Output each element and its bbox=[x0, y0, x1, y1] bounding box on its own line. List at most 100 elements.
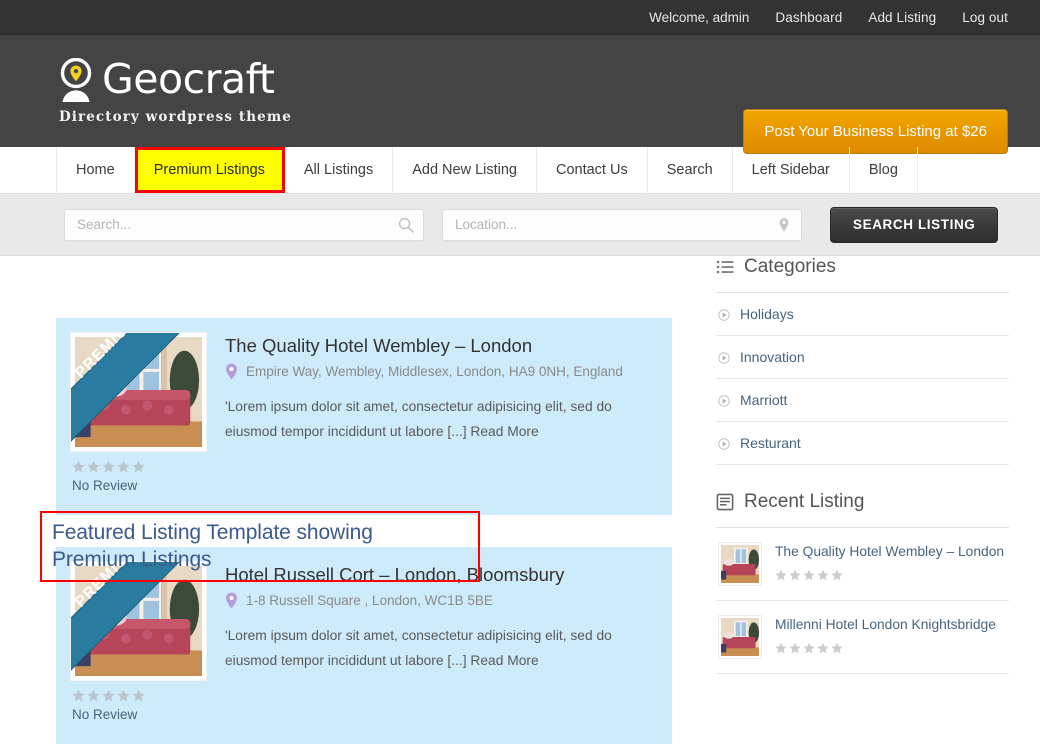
topbar-link-log-out[interactable]: Log out bbox=[962, 10, 1008, 25]
category-label: Marriott bbox=[740, 392, 788, 408]
recent-listing-thumbnail[interactable] bbox=[718, 615, 762, 659]
keyword-search-field[interactable] bbox=[64, 208, 424, 241]
caret-circle-right-icon bbox=[718, 308, 730, 321]
star-icon[interactable] bbox=[117, 460, 130, 473]
review-count-label[interactable]: No Review bbox=[72, 707, 654, 722]
category-item-resturant[interactable]: Resturant bbox=[716, 422, 1009, 465]
nav-item-add-new-listing[interactable]: Add New Listing bbox=[393, 147, 537, 193]
caret-circle-right-icon bbox=[718, 394, 730, 407]
listing-excerpt-text: 'Lorem ipsum dolor sit amet, consectetur… bbox=[225, 399, 612, 439]
primary-navigation: Home Premium Listings All Listings Add N… bbox=[0, 147, 1040, 194]
star-icon[interactable] bbox=[87, 689, 100, 702]
read-more-link[interactable]: [...] Read More bbox=[447, 653, 538, 668]
listing-card[interactable]: PREMIUM The Quality Hotel Wembley – Lond… bbox=[56, 318, 672, 515]
logo-tagline: Directory wordpress theme bbox=[59, 108, 292, 125]
star-icon[interactable] bbox=[817, 641, 829, 654]
category-label: Holidays bbox=[740, 306, 794, 322]
category-label: Resturant bbox=[740, 435, 801, 451]
star-rating[interactable] bbox=[775, 568, 1004, 581]
search-listing-button[interactable]: SEARCH LISTING bbox=[830, 206, 999, 243]
star-icon[interactable] bbox=[117, 689, 130, 702]
nav-item-search[interactable]: Search bbox=[648, 147, 733, 193]
listing-excerpt: 'Lorem ipsum dolor sit amet, consectetur… bbox=[225, 394, 654, 444]
listing-rating-row: No Review bbox=[70, 460, 654, 493]
star-icon[interactable] bbox=[789, 641, 801, 654]
top-utility-bar: Welcome, admin Dashboard Add Listing Log… bbox=[0, 0, 1040, 35]
star-icon[interactable] bbox=[831, 568, 843, 581]
recent-listing-widget-title: Recent Listing bbox=[744, 491, 865, 512]
star-icon[interactable] bbox=[803, 568, 815, 581]
review-count-label[interactable]: No Review bbox=[72, 478, 654, 493]
nav-item-home[interactable]: Home bbox=[56, 147, 135, 193]
listing-excerpt-text: 'Lorem ipsum dolor sit amet, consectetur… bbox=[225, 628, 612, 668]
star-icon[interactable] bbox=[775, 641, 787, 654]
recent-listing-widget-header: Recent Listing bbox=[716, 491, 1009, 528]
search-input[interactable] bbox=[65, 209, 423, 240]
listing-address: 1-8 Russell Square , London, WC1B 5BE bbox=[225, 591, 654, 610]
listing-address: Empire Way, Wembley, Middlesex, London, … bbox=[225, 362, 654, 381]
site-logo[interactable]: Geocraft Directory wordpress theme bbox=[56, 55, 292, 125]
star-icon[interactable] bbox=[831, 641, 843, 654]
recent-listing-item[interactable]: The Quality Hotel Wembley – London bbox=[716, 528, 1009, 601]
welcome-message: Welcome, admin bbox=[649, 9, 750, 25]
nav-item-blog[interactable]: Blog bbox=[850, 147, 918, 193]
listing-excerpt: 'Lorem ipsum dolor sit amet, consectetur… bbox=[225, 623, 654, 673]
recent-listing-title[interactable]: Millenni Hotel London Knightsbridge bbox=[775, 616, 996, 634]
site-header: Geocraft Directory wordpress theme Post … bbox=[0, 35, 1040, 154]
document-list-icon bbox=[716, 493, 734, 511]
location-search-field[interactable] bbox=[442, 208, 802, 241]
star-icon[interactable] bbox=[132, 460, 145, 473]
recent-listing-thumbnail[interactable] bbox=[718, 542, 762, 586]
nav-item-left-sidebar[interactable]: Left Sidebar bbox=[733, 147, 850, 193]
star-icon[interactable] bbox=[102, 689, 115, 702]
category-item-innovation[interactable]: Innovation bbox=[716, 336, 1009, 379]
recent-listing-item[interactable]: Millenni Hotel London Knightsbridge bbox=[716, 601, 1009, 674]
sidebar: Categories Holidays Innovation Marriott … bbox=[672, 256, 1009, 754]
category-item-marriott[interactable]: Marriott bbox=[716, 379, 1009, 422]
category-item-holidays[interactable]: Holidays bbox=[716, 293, 1009, 336]
annotation-title-line-1: Featured Listing Template showing bbox=[52, 521, 373, 544]
listing-address-text: Empire Way, Wembley, Middlesex, London, … bbox=[246, 364, 623, 379]
nav-item-contact-us[interactable]: Contact Us bbox=[537, 147, 648, 193]
star-icon[interactable] bbox=[817, 568, 829, 581]
category-label: Innovation bbox=[740, 349, 805, 365]
categories-widget: Categories Holidays Innovation Marriott … bbox=[716, 256, 1009, 465]
topbar-link-dashboard[interactable]: Dashboard bbox=[775, 10, 842, 25]
hotel-room-photo bbox=[75, 337, 202, 447]
star-icon[interactable] bbox=[72, 689, 85, 702]
nav-item-premium-listings[interactable]: Premium Listings bbox=[134, 147, 285, 193]
search-bar-section: SEARCH LISTING bbox=[0, 194, 1040, 256]
nav-item-all-listings[interactable]: All Listings bbox=[285, 147, 394, 193]
hotel-room-photo bbox=[721, 618, 759, 656]
list-icon bbox=[716, 258, 734, 276]
page-body: Featured Listing Template showing Premiu… bbox=[0, 256, 1040, 754]
listing-title[interactable]: The Quality Hotel Wembley – London bbox=[225, 334, 654, 358]
categories-list: Holidays Innovation Marriott Resturant bbox=[716, 293, 1009, 465]
star-rating[interactable] bbox=[775, 641, 996, 654]
location-input[interactable] bbox=[443, 209, 801, 240]
title-spacer bbox=[56, 256, 672, 318]
star-icon[interactable] bbox=[789, 568, 801, 581]
listing-thumbnail[interactable]: PREMIUM bbox=[70, 332, 207, 452]
logo-wordmark: Geocraft bbox=[102, 55, 275, 103]
hotel-room-photo bbox=[721, 545, 759, 583]
read-more-link[interactable]: [...] Read More bbox=[447, 424, 538, 439]
star-rating[interactable] bbox=[72, 460, 654, 473]
caret-circle-right-icon bbox=[718, 437, 730, 450]
recent-listing-widget: Recent Listing The Quality Hotel Wembley… bbox=[716, 491, 1009, 674]
star-icon[interactable] bbox=[775, 568, 787, 581]
caret-circle-right-icon bbox=[718, 351, 730, 364]
annotation-callout-box: Featured Listing Template showing Premiu… bbox=[40, 511, 480, 582]
map-pin-icon[interactable] bbox=[776, 217, 792, 233]
star-icon[interactable] bbox=[72, 460, 85, 473]
star-rating[interactable] bbox=[72, 689, 654, 702]
topbar-link-add-listing[interactable]: Add Listing bbox=[868, 10, 936, 25]
star-icon[interactable] bbox=[803, 641, 815, 654]
star-icon[interactable] bbox=[102, 460, 115, 473]
star-icon[interactable] bbox=[132, 689, 145, 702]
search-icon[interactable] bbox=[398, 217, 414, 233]
recent-listing-title[interactable]: The Quality Hotel Wembley – London bbox=[775, 543, 1004, 561]
listing-rating-row: No Review bbox=[70, 689, 654, 722]
listing-address-text: 1-8 Russell Square , London, WC1B 5BE bbox=[246, 593, 493, 608]
star-icon[interactable] bbox=[87, 460, 100, 473]
